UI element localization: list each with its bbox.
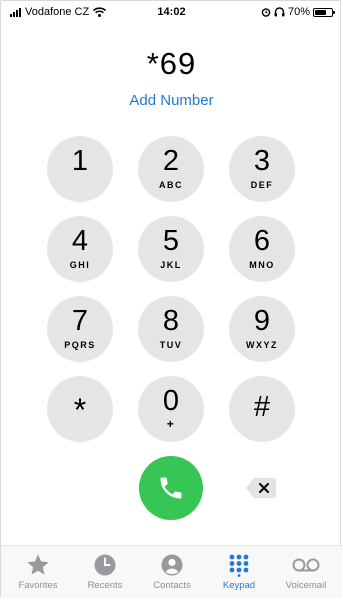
dialed-number: *69	[146, 46, 197, 81]
key-star[interactable]: *	[47, 376, 113, 442]
key-hash[interactable]: #	[229, 376, 295, 442]
key-digit: 3	[253, 145, 271, 177]
tab-label: Contacts	[153, 580, 191, 591]
key-7[interactable]: 7 PQRS	[47, 296, 113, 362]
add-number-link[interactable]: Add Number	[0, 92, 343, 109]
key-8[interactable]: 8 TUV	[138, 296, 204, 362]
phone-icon	[160, 477, 182, 499]
tab-recents[interactable]: Recents	[71, 546, 139, 598]
key-letters: MNO	[249, 260, 275, 270]
tab-contacts[interactable]: Contacts	[138, 546, 206, 598]
headphones-icon	[274, 7, 285, 17]
clock-icon	[94, 554, 116, 576]
contact-icon	[161, 554, 183, 576]
key-letters: WXYZ	[246, 340, 278, 350]
key-letters: ABC	[159, 180, 183, 190]
key-4[interactable]: 4 GHI	[47, 216, 113, 282]
key-letters: TUV	[159, 340, 183, 350]
tab-label: Favorites	[18, 580, 58, 591]
keypad-icon	[229, 554, 249, 577]
key-letters: PQRS	[64, 340, 96, 350]
status-right: 70%	[261, 6, 335, 18]
key-letters: GHI	[69, 260, 91, 270]
battery-icon	[313, 7, 335, 17]
key-digit: #	[253, 391, 271, 423]
key-digit: 5	[162, 225, 180, 257]
key-digit: 8	[162, 305, 180, 337]
key-digit: 4	[71, 225, 89, 257]
key-letters: +	[166, 417, 176, 431]
key-letters: JKL	[160, 260, 182, 270]
key-digit: 9	[253, 305, 271, 337]
tab-label: Recents	[87, 580, 123, 591]
alarm-icon	[261, 8, 271, 17]
backspace-icon	[246, 478, 276, 498]
key-letters: DEF	[250, 180, 274, 190]
tab-bar: Favorites Recents Contacts Keypad Voicem…	[1, 545, 342, 598]
key-digit: 6	[253, 225, 271, 257]
voicemail-icon	[292, 558, 320, 572]
tab-label: Voicemail	[285, 580, 327, 591]
key-digit: 2	[162, 145, 180, 177]
key-9[interactable]: 9 WXYZ	[229, 296, 295, 362]
key-digit: *	[73, 392, 87, 428]
key-3[interactable]: 3 DEF	[229, 136, 295, 202]
tab-voicemail[interactable]: Voicemail	[272, 546, 340, 598]
key-0[interactable]: 0 +	[138, 376, 204, 442]
status-bar: Vodafone CZ 14:02 70%	[10, 6, 335, 22]
tab-favorites[interactable]: Favorites	[4, 546, 72, 598]
key-5[interactable]: 5 JKL	[138, 216, 204, 282]
star-icon	[27, 554, 49, 575]
key-digit: 0	[162, 385, 180, 417]
key-digit: 1	[71, 145, 89, 177]
tab-label: Keypad	[222, 580, 256, 591]
key-1[interactable]: 1	[47, 136, 113, 202]
key-digit: 7	[71, 305, 89, 337]
battery-percent: 70%	[287, 6, 310, 18]
backspace-button[interactable]	[245, 477, 277, 499]
key-2[interactable]: 2 ABC	[138, 136, 204, 202]
key-6[interactable]: 6 MNO	[229, 216, 295, 282]
tab-keypad[interactable]: Keypad	[205, 546, 273, 598]
call-button[interactable]	[139, 456, 203, 520]
